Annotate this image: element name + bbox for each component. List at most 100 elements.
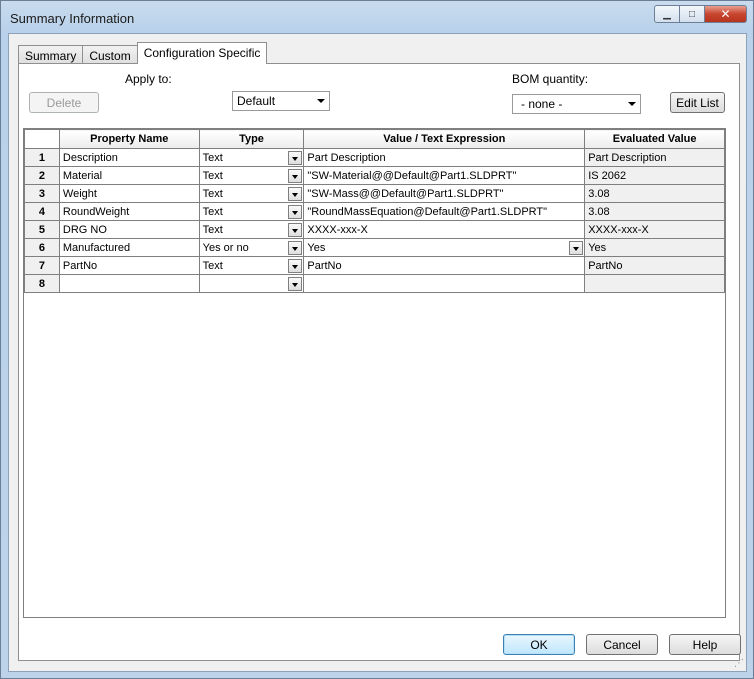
chevron-down-icon — [317, 99, 325, 103]
type-cell[interactable]: Yes or no — [198, 238, 305, 257]
apply-to-value: Default — [237, 94, 276, 108]
type-header[interactable]: Type — [198, 129, 305, 149]
property-name-cell[interactable]: Description — [58, 148, 200, 167]
type-cell[interactable]: Text — [198, 202, 305, 221]
type-value: Yes or no — [202, 241, 249, 254]
table-row[interactable]: 7 PartNo Text PartNo PartNo — [24, 256, 725, 275]
property-name-cell[interactable] — [58, 274, 200, 293]
maximize-button[interactable]: □ — [679, 5, 705, 23]
type-dropdown-button[interactable] — [288, 241, 303, 255]
type-value: Text — [202, 151, 223, 164]
ok-button[interactable]: OK — [503, 634, 575, 655]
type-dropdown-button[interactable] — [288, 169, 303, 183]
value-cell[interactable]: "SW-Material@@Default@Part1.SLDPRT" — [303, 166, 586, 185]
tab-configuration-specific[interactable]: Configuration Specific — [136, 42, 268, 64]
evaluated-value-cell: Yes — [584, 238, 725, 257]
edit-list-button[interactable]: Edit List — [670, 92, 725, 113]
type-cell[interactable]: Text — [198, 256, 305, 275]
property-name-cell[interactable]: Manufactured — [58, 238, 200, 257]
chevron-down-icon — [628, 102, 636, 106]
maximize-icon: □ — [688, 8, 696, 20]
evaluated-value-cell: IS 2062 — [584, 166, 725, 185]
apply-to-combobox[interactable]: Default — [232, 91, 330, 111]
table-row[interactable]: 3 Weight Text "SW-Mass@@Default@Part1.SL… — [24, 184, 725, 203]
row-number-header — [24, 129, 60, 149]
minimize-button[interactable]: ▁ — [654, 5, 680, 23]
property-name-cell[interactable]: PartNo — [58, 256, 200, 275]
type-value: Text — [202, 205, 223, 218]
bom-quantity-label: BOM quantity: — [512, 72, 589, 86]
type-value: Text — [202, 223, 223, 236]
row-number[interactable]: 8 — [24, 274, 60, 293]
value-expression-header[interactable]: Value / Text Expression — [303, 129, 586, 149]
bom-quantity-combobox[interactable]: - none - — [512, 94, 641, 114]
type-cell[interactable] — [198, 274, 305, 293]
property-name-cell[interactable]: Material — [58, 166, 200, 185]
resize-grip-icon[interactable]: ⋰ — [734, 658, 744, 669]
table-row[interactable]: 2 Material Text "SW-Material@@Default@Pa… — [24, 166, 725, 185]
value-cell[interactable]: "RoundMassEquation@Default@Part1.SLDPRT" — [303, 202, 586, 221]
evaluated-value-header[interactable]: Evaluated Value — [584, 129, 725, 149]
title-bar[interactable]: Summary Information ▁ □ ✕ — [1, 1, 753, 33]
table-row[interactable]: 4 RoundWeight Text "RoundMassEquation@De… — [24, 202, 725, 221]
type-cell[interactable]: Text — [198, 148, 305, 167]
value-cell[interactable]: XXXX-xxx-X — [303, 220, 586, 239]
table-row[interactable]: 5 DRG NO Text XXXX-xxx-X XXXX-xxx-X — [24, 220, 725, 239]
help-button[interactable]: Help — [669, 634, 741, 655]
configuration-specific-panel: Delete Apply to: Default BOM quantity: -… — [18, 63, 740, 661]
table-row[interactable]: 8 — [24, 274, 725, 293]
row-number[interactable]: 1 — [24, 148, 60, 167]
row-number[interactable]: 7 — [24, 256, 60, 275]
value-text: Yes — [307, 241, 326, 254]
summary-information-dialog: Summary Information ▁ □ ✕ Summary Custom… — [0, 0, 754, 679]
row-number[interactable]: 3 — [24, 184, 60, 203]
type-dropdown-button[interactable] — [288, 259, 303, 273]
cancel-button[interactable]: Cancel — [586, 634, 658, 655]
table-row[interactable]: 1 Description Text Part Description Part… — [24, 148, 725, 167]
bom-quantity-value: - none - — [521, 97, 563, 111]
value-cell[interactable]: "SW-Mass@@Default@Part1.SLDPRT" — [303, 184, 586, 203]
type-dropdown-button[interactable] — [288, 277, 303, 291]
evaluated-value-cell: PartNo — [584, 256, 725, 275]
apply-to-label: Apply to: — [125, 72, 172, 86]
evaluated-value-cell: 3.08 — [584, 202, 725, 221]
evaluated-value-cell: XXXX-xxx-X — [584, 220, 725, 239]
evaluated-value-cell: 3.08 — [584, 184, 725, 203]
tab-custom[interactable]: Custom — [82, 45, 138, 64]
dialog-client-area: Summary Custom Configuration Specific De… — [8, 33, 747, 672]
type-dropdown-button[interactable] — [288, 151, 303, 165]
type-dropdown-button[interactable] — [288, 223, 303, 237]
tab-summary[interactable]: Summary — [18, 45, 84, 64]
row-number[interactable]: 2 — [24, 166, 60, 185]
property-name-cell[interactable]: RoundWeight — [58, 202, 200, 221]
table-header-row: Property Name Type Value / Text Expressi… — [24, 129, 725, 149]
type-dropdown-button[interactable] — [288, 187, 303, 201]
value-cell[interactable]: Part Description — [303, 148, 586, 167]
table-row[interactable]: 6 Manufactured Yes or no Yes Yes — [24, 238, 725, 257]
property-name-cell[interactable]: DRG NO — [58, 220, 200, 239]
value-cell[interactable]: PartNo — [303, 256, 586, 275]
close-button[interactable]: ✕ — [704, 5, 747, 23]
row-number[interactable]: 6 — [24, 238, 60, 257]
type-value: Text — [202, 169, 223, 182]
custom-properties-grid: Property Name Type Value / Text Expressi… — [23, 128, 726, 618]
value-cell[interactable]: Yes — [303, 238, 586, 257]
delete-button[interactable]: Delete — [29, 92, 99, 113]
type-cell[interactable]: Text — [198, 166, 305, 185]
evaluated-value-cell — [584, 274, 725, 293]
value-dropdown-button[interactable] — [569, 241, 584, 255]
property-name-header[interactable]: Property Name — [58, 129, 200, 149]
type-value: Text — [202, 259, 223, 272]
properties-table: Property Name Type Value / Text Expressi… — [24, 129, 725, 293]
type-cell[interactable]: Text — [198, 184, 305, 203]
property-name-cell[interactable]: Weight — [58, 184, 200, 203]
value-cell[interactable] — [303, 274, 586, 293]
row-number[interactable]: 5 — [24, 220, 60, 239]
type-cell[interactable]: Text — [198, 220, 305, 239]
type-dropdown-button[interactable] — [288, 205, 303, 219]
close-icon: ✕ — [720, 7, 731, 21]
window-title: Summary Information — [10, 11, 135, 26]
minimize-icon: ▁ — [663, 8, 671, 20]
tab-strip: Summary Custom Configuration Specific — [18, 42, 268, 64]
row-number[interactable]: 4 — [24, 202, 60, 221]
